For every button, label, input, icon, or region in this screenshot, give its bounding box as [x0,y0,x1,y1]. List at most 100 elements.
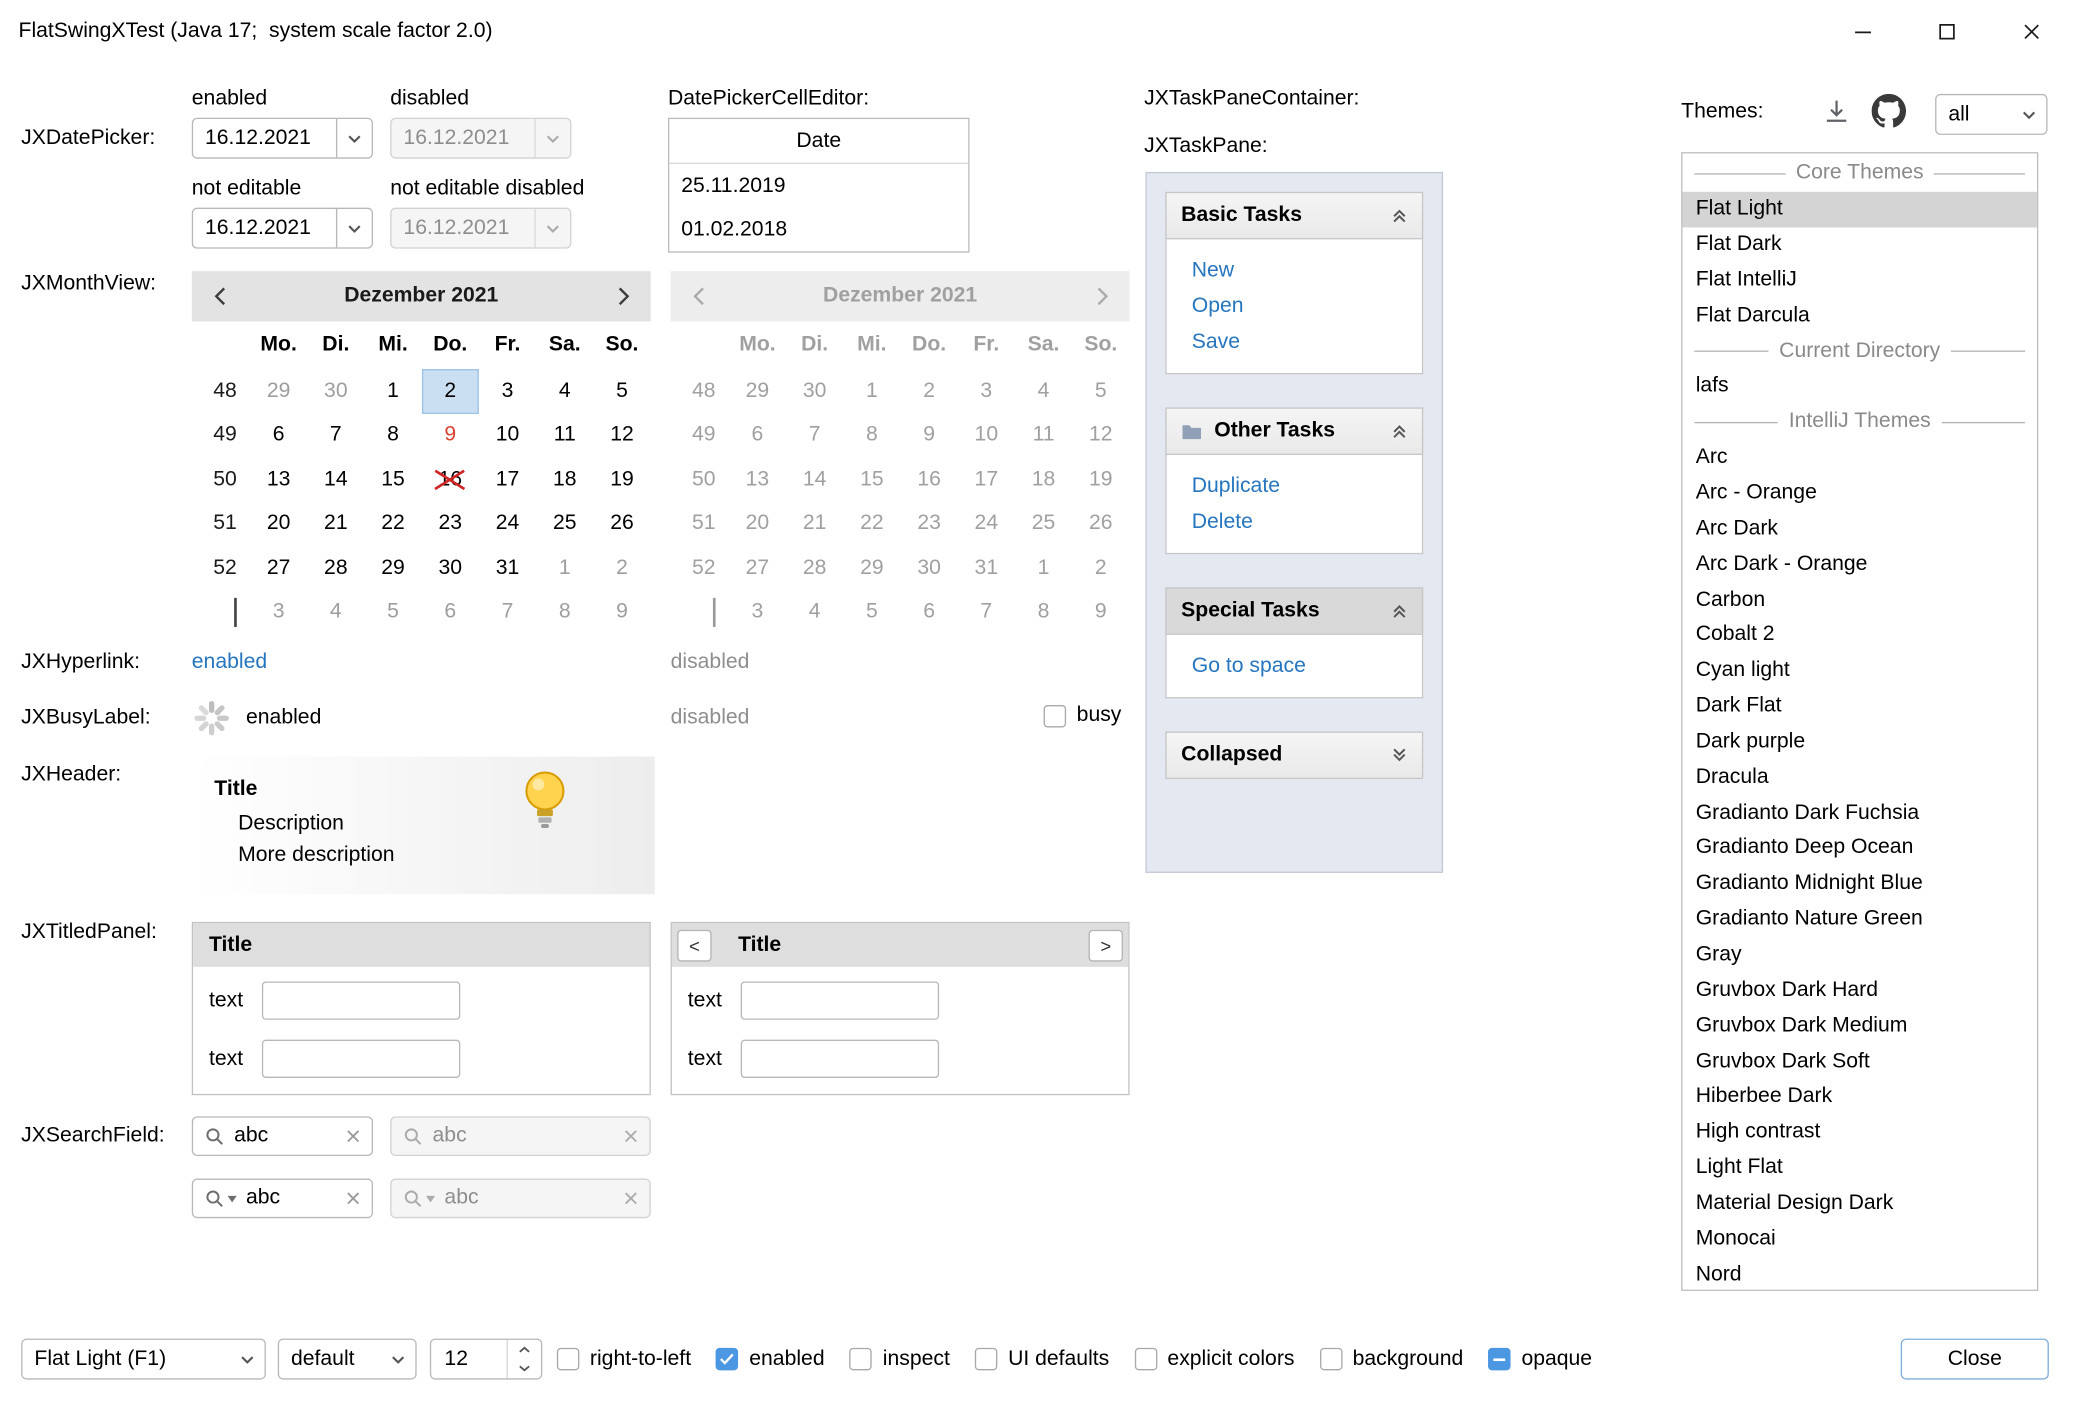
day-cell[interactable]: 26 [593,502,650,546]
task-link[interactable]: Duplicate [1192,468,1422,504]
checkbox-box[interactable] [557,1348,579,1370]
checkbox-ui-defaults[interactable]: UI defaults [975,1347,1109,1371]
day-cell[interactable]: 31 [479,546,536,590]
theme-list-item[interactable]: Cobalt 2 [1682,618,2036,654]
busy-checkbox[interactable]: busy [1044,704,1122,728]
task-link[interactable]: Go to space [1192,648,1422,684]
spinner-down-button[interactable] [508,1359,541,1378]
day-cell[interactable]: 1 [364,369,421,413]
day-cell[interactable]: 23 [422,502,479,546]
checkbox-box[interactable] [1488,1348,1510,1370]
close-button[interactable]: Close [1901,1339,2049,1380]
checkbox-box[interactable] [1320,1348,1342,1370]
day-cell[interactable]: 6 [422,591,479,635]
datepicker-not-editable[interactable]: 16.12.2021 [192,208,373,249]
day-cell[interactable]: 17 [479,458,536,502]
collapse-icon[interactable] [1391,603,1407,619]
day-cell[interactable]: 1 [536,546,593,590]
laf-combo[interactable]: Flat Light (F1) [21,1339,266,1380]
github-icon[interactable] [1872,94,1906,128]
checkbox-background[interactable]: background [1320,1347,1464,1371]
day-cell[interactable]: 29 [364,546,421,590]
day-cell[interactable]: 20 [250,502,307,546]
text-input[interactable] [741,1040,939,1078]
day-cell[interactable]: 16 [422,458,479,502]
theme-list-item[interactable]: Flat Light [1682,192,2036,228]
clear-icon[interactable] [347,1130,360,1143]
search-field-enabled[interactable]: abc [192,1116,373,1156]
day-cell[interactable]: 3 [479,369,536,413]
theme-list-item[interactable]: Hiberbee Dark [1682,1079,2036,1115]
chevron-down-icon[interactable] [336,209,372,247]
text-input[interactable] [262,981,460,1019]
checkbox-box[interactable] [850,1348,872,1370]
font-combo[interactable]: default [278,1339,417,1380]
checkbox-box[interactable] [975,1348,997,1370]
date-column-header[interactable]: Date [669,119,968,164]
theme-list-item[interactable]: Dark Flat [1682,689,2036,725]
theme-list-item[interactable]: High contrast [1682,1115,2036,1151]
text-input[interactable] [741,981,939,1019]
prev-month-icon[interactable] [192,271,248,321]
table-row[interactable]: 25.11.2019 [669,164,968,208]
day-cell[interactable]: 30 [422,546,479,590]
checkbox-box[interactable] [1134,1348,1156,1370]
theme-list-item[interactable]: Gray [1682,937,2036,973]
next-month-icon[interactable] [595,271,651,321]
day-cell[interactable]: 21 [307,502,364,546]
theme-list-item[interactable]: Flat Darcula [1682,298,2036,334]
day-cell[interactable]: 28 [307,546,364,590]
search-field-with-menu-enabled[interactable]: abc [192,1179,373,1219]
theme-list-item[interactable]: Gruvbox Dark Hard [1682,973,2036,1009]
theme-list-item[interactable]: Flat Dark [1682,227,2036,263]
checkbox-enabled[interactable]: enabled [716,1347,824,1371]
next-button[interactable]: > [1089,929,1123,961]
day-cell[interactable]: 14 [307,458,364,502]
theme-list-item[interactable]: Carbon [1682,582,2036,618]
chevron-down-icon[interactable] [336,119,372,157]
font-size-spinner[interactable]: 12 [430,1339,542,1380]
checkbox-explicit-colors[interactable]: explicit colors [1134,1347,1294,1371]
day-cell[interactable]: 10 [479,413,536,457]
collapse-icon[interactable] [1391,423,1407,439]
theme-list-item[interactable]: Gradianto Midnight Blue [1682,866,2036,902]
hyperlink-enabled[interactable]: enabled [192,651,267,675]
checkbox-box[interactable] [1044,704,1066,726]
taskpane-header[interactable]: Other Tasks [1165,407,1423,455]
text-input[interactable] [262,1040,460,1078]
search-menu-icon[interactable] [205,1188,237,1208]
clear-icon[interactable] [347,1192,360,1205]
day-cell[interactable]: 29 [250,369,307,413]
close-window-button[interactable] [1989,0,2074,63]
taskpane-header[interactable]: Special Tasks [1165,587,1423,635]
expand-icon[interactable] [1391,747,1407,763]
day-cell[interactable]: 8 [536,591,593,635]
download-icon[interactable] [1823,98,1851,126]
checkbox-box[interactable] [716,1348,738,1370]
theme-list-item[interactable]: Arc Dark - Orange [1682,547,2036,583]
day-cell[interactable]: 11 [536,413,593,457]
checkbox-opaque[interactable]: opaque [1488,1347,1592,1371]
theme-list-item[interactable]: Arc [1682,440,2036,476]
day-cell[interactable]: 18 [536,458,593,502]
day-cell[interactable]: 12 [593,413,650,457]
theme-list-item[interactable]: Material Design Dark [1682,1186,2036,1222]
day-cell[interactable]: 9 [422,413,479,457]
day-cell[interactable]: 13 [250,458,307,502]
day-cell[interactable]: 2 [593,546,650,590]
collapse-icon[interactable] [1391,208,1407,224]
theme-list-item[interactable]: Gradianto Dark Fuchsia [1682,795,2036,831]
day-cell[interactable]: 8 [364,413,421,457]
task-link[interactable]: Save [1192,324,1422,360]
day-cell[interactable]: 19 [593,458,650,502]
theme-list-item[interactable]: lafs [1682,369,2036,405]
theme-list-item[interactable]: Cyan light [1682,653,2036,689]
minimize-button[interactable] [1820,0,1905,63]
theme-list-item[interactable]: Monocai [1682,1221,2036,1257]
task-link[interactable]: Delete [1192,504,1422,540]
theme-list-item[interactable]: Nord [1682,1257,2036,1291]
day-cell[interactable]: 2 [422,369,479,413]
day-cell[interactable]: 27 [250,546,307,590]
day-cell[interactable]: 5 [364,591,421,635]
taskpane-header[interactable]: Basic Tasks [1165,192,1423,240]
